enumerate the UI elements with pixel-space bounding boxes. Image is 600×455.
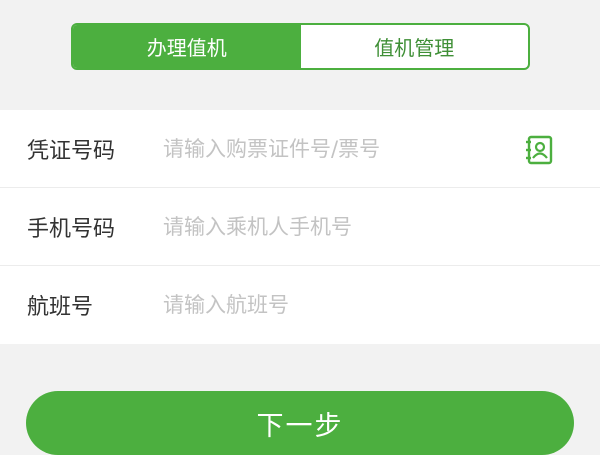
row-flight: 航班号 <box>0 266 600 344</box>
contact-book-icon[interactable] <box>523 134 555 166</box>
checkin-form: 凭证号码 手机号码 航班号 <box>0 110 600 344</box>
phone-label: 手机号码 <box>27 216 116 242</box>
tab-checkin[interactable]: 办理值机 <box>73 25 301 68</box>
credential-input[interactable] <box>163 128 503 169</box>
checkin-tab-switcher: 办理值机 值机管理 <box>71 23 530 70</box>
credential-label: 凭证号码 <box>27 138 116 164</box>
tab-checkin-management[interactable]: 值机管理 <box>301 25 529 68</box>
flight-input[interactable] <box>163 285 503 325</box>
row-credential: 凭证号码 <box>0 110 600 188</box>
phone-input[interactable] <box>163 206 503 247</box>
flight-label: 航班号 <box>27 295 94 320</box>
row-phone: 手机号码 <box>0 188 600 266</box>
next-step-button[interactable]: 下一步 <box>26 391 574 455</box>
